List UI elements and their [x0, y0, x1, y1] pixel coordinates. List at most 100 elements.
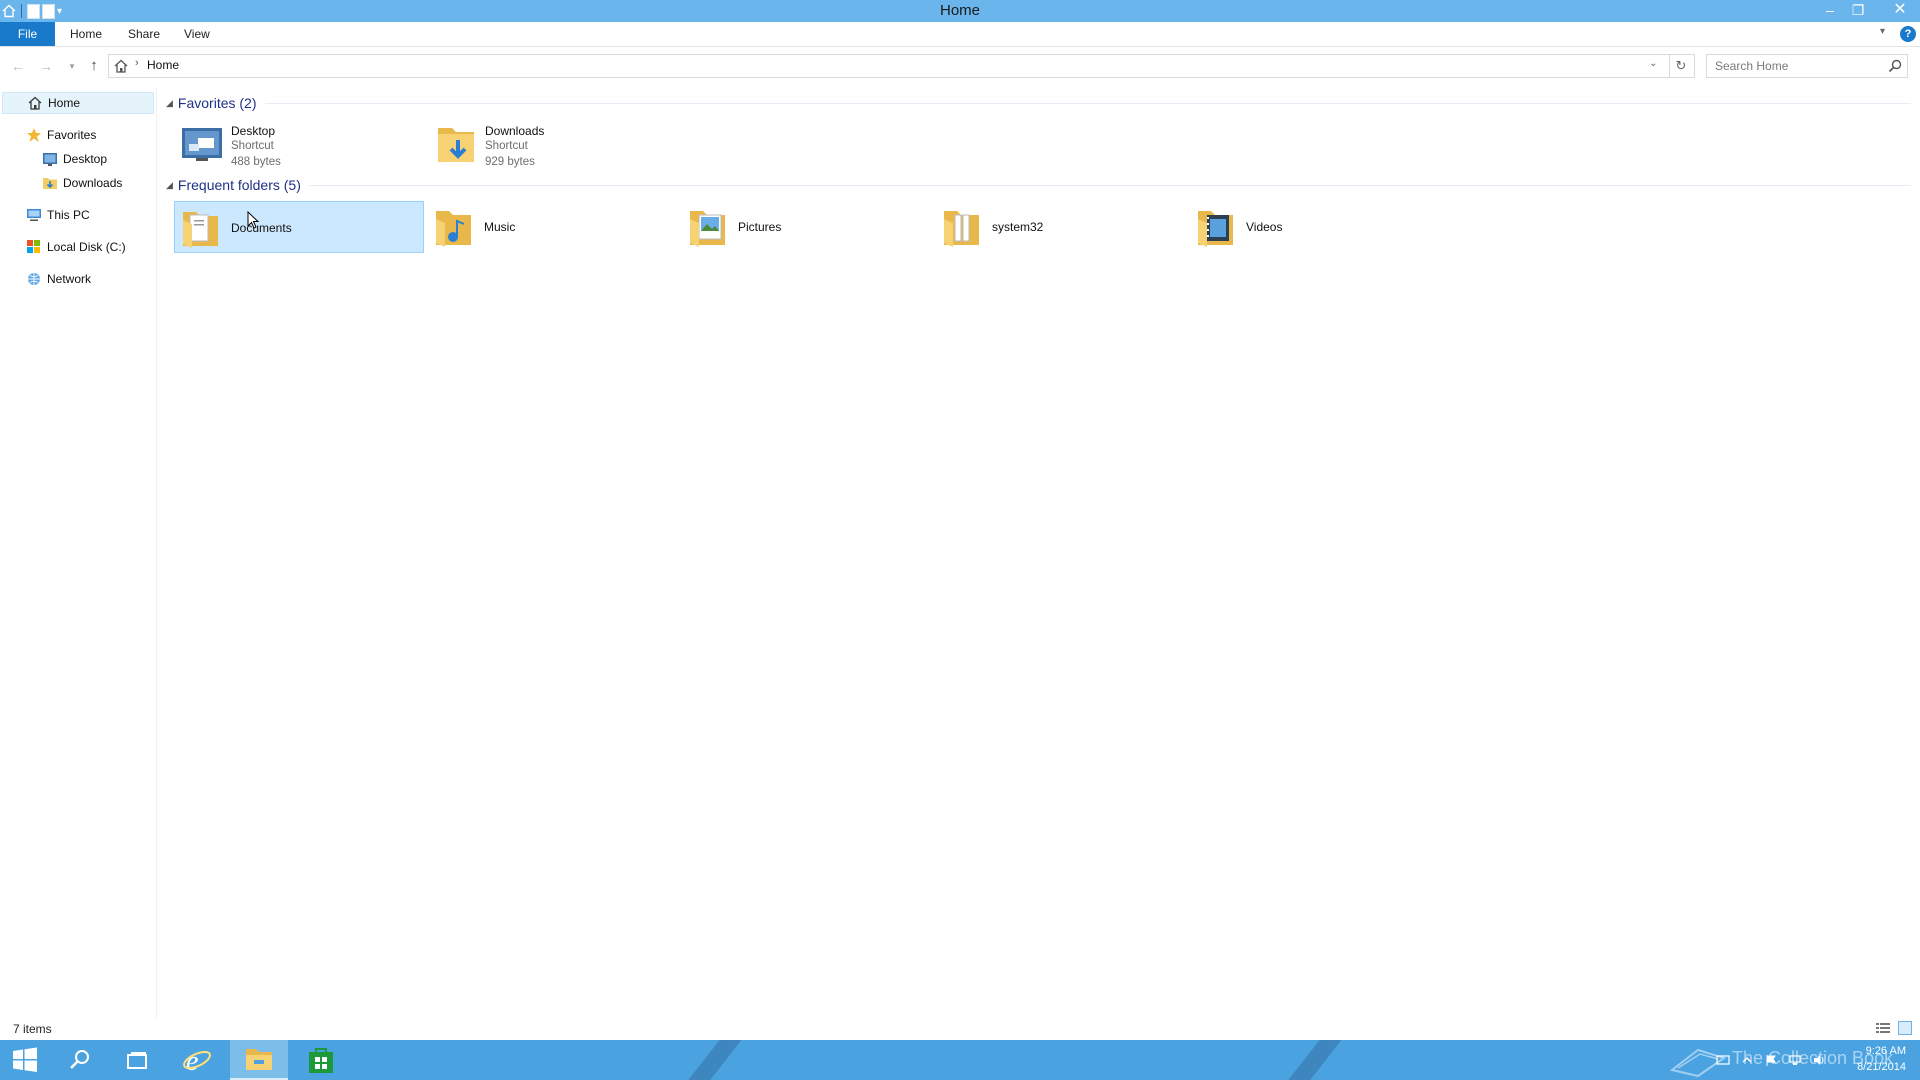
minimize-button[interactable]: – — [1817, 0, 1843, 20]
file-name: Downloads — [485, 124, 545, 138]
details-view-icon[interactable] — [1876, 1022, 1890, 1034]
search-input[interactable] — [1713, 58, 1877, 74]
favorites-group-header[interactable]: ◢ Favorites (2) — [166, 93, 1911, 113]
tab-view[interactable]: View — [172, 22, 222, 46]
folder-name: Music — [484, 220, 516, 234]
svg-text:e: e — [186, 1046, 198, 1075]
sidebar-item-label: Downloads — [63, 176, 123, 190]
desktop-icon — [42, 151, 58, 167]
sidebar-item-label: This PC — [47, 208, 90, 222]
desktop-shortcut-icon — [180, 122, 224, 166]
divider — [264, 102, 1911, 104]
folder-tile-music[interactable]: Music — [428, 201, 678, 253]
sidebar-item-label: Desktop — [63, 152, 108, 166]
tab-file[interactable]: File — [0, 22, 55, 46]
pictures-folder-icon — [687, 205, 729, 249]
file-explorer-button[interactable] — [230, 1040, 288, 1080]
sidebar-item-favorites[interactable]: Favorites — [26, 124, 96, 146]
clock-time: 9:26 AM — [1865, 1045, 1906, 1057]
tiles-view-icon[interactable] — [1898, 1021, 1912, 1035]
task-view-button[interactable] — [112, 1040, 162, 1080]
file-type: Shortcut — [231, 140, 274, 152]
close-button[interactable]: ✕ — [1879, 0, 1920, 20]
network-icon[interactable] — [1788, 1053, 1802, 1067]
keyboard-icon[interactable] — [1716, 1053, 1730, 1067]
file-size: 488 bytes — [231, 156, 281, 168]
file-tile-downloads[interactable]: Downloads Shortcut 929 bytes — [428, 118, 678, 170]
wallpaper-stripe — [1272, 1040, 1350, 1080]
folder-tile-system32[interactable]: system32 — [936, 201, 1186, 253]
store-button[interactable] — [296, 1040, 346, 1080]
collapse-triangle-icon[interactable]: ◢ — [166, 180, 173, 191]
taskbar-search-button[interactable] — [55, 1040, 105, 1080]
internet-explorer-button[interactable]: e — [172, 1040, 222, 1080]
expand-ribbon-icon[interactable]: ▾ — [1880, 26, 1885, 37]
collapse-triangle-icon[interactable]: ◢ — [166, 98, 173, 109]
drive-icon — [26, 239, 42, 255]
system-folder-icon — [941, 205, 983, 249]
back-button[interactable]: ← — [8, 56, 28, 76]
volume-icon[interactable] — [1812, 1053, 1826, 1067]
folder-name: Documents — [231, 221, 292, 235]
recent-locations-icon[interactable]: ▾ — [62, 56, 82, 76]
network-icon — [26, 271, 42, 287]
taskbar: e The Collection Book 9:26 AM 8/21/2014 — [0, 1040, 1920, 1080]
show-hidden-icons-icon[interactable] — [1740, 1053, 1754, 1067]
folder-name: Videos — [1246, 220, 1283, 234]
sidebar-item-home[interactable]: Home — [2, 92, 154, 114]
group-title: Favorites (2) — [177, 95, 257, 111]
search-icon[interactable] — [1887, 58, 1903, 74]
internet-explorer-icon: e — [183, 1046, 211, 1075]
clock[interactable]: 9:26 AM 8/21/2014 — [1826, 1043, 1906, 1075]
search-box[interactable] — [1706, 54, 1908, 78]
breadcrumb-chevron-icon[interactable]: › — [135, 57, 139, 69]
ribbon: File Home Share View ▾ ? — [0, 22, 1920, 47]
folder-tile-videos[interactable]: Videos — [1190, 201, 1440, 253]
sidebar-item-downloads[interactable]: Downloads — [42, 172, 122, 194]
downloads-folder-icon — [42, 175, 58, 191]
tab-home[interactable]: Home — [58, 22, 114, 46]
sidebar-item-network[interactable]: Network — [26, 268, 91, 290]
address-bar[interactable]: › Home ⌄ — [108, 54, 1670, 78]
navigation-pane: Home Favorites Desktop Downloads This PC… — [0, 88, 157, 1018]
folder-tile-pictures[interactable]: Pictures — [682, 201, 932, 253]
folder-name: Pictures — [738, 220, 782, 234]
file-explorer-icon — [246, 1049, 272, 1070]
divider — [308, 184, 1911, 186]
up-button[interactable]: ↑ — [84, 56, 104, 76]
sidebar-item-this-pc[interactable]: This PC — [26, 204, 90, 226]
documents-folder-icon — [180, 206, 222, 250]
windows-logo-icon — [13, 1047, 37, 1072]
clock-date: 8/21/2014 — [1857, 1061, 1906, 1073]
sidebar-item-desktop[interactable]: Desktop — [42, 148, 107, 170]
sidebar-item-label: Network — [47, 272, 92, 286]
star-icon — [26, 127, 42, 143]
wallpaper-stripe — [672, 1040, 750, 1080]
title-bar[interactable]: ▾ Home – ❐ ✕ — [0, 0, 1920, 22]
system-tray — [1716, 1040, 1826, 1080]
refresh-button[interactable]: ↻ — [1668, 54, 1695, 78]
window-title: Home — [939, 2, 980, 19]
folder-name: system32 — [992, 220, 1044, 234]
file-size: 929 bytes — [485, 156, 535, 168]
music-folder-icon — [433, 205, 475, 249]
action-center-flag-icon[interactable] — [1764, 1053, 1778, 1067]
address-dropdown-icon[interactable]: ⌄ — [1649, 58, 1657, 69]
maximize-button[interactable]: ❐ — [1845, 0, 1871, 20]
frequent-folders-group-header[interactable]: ◢ Frequent folders (5) — [166, 175, 1911, 195]
forward-button[interactable]: → — [36, 56, 56, 76]
start-button[interactable] — [0, 1040, 50, 1080]
home-icon — [113, 58, 129, 74]
sidebar-item-local-disk[interactable]: Local Disk (C:) — [26, 236, 126, 258]
computer-icon — [26, 207, 42, 223]
help-icon[interactable]: ? — [1900, 26, 1916, 42]
sidebar-item-label: Home — [48, 96, 81, 110]
file-name: Desktop — [231, 124, 276, 138]
file-tile-desktop[interactable]: Desktop Shortcut 488 bytes — [174, 118, 424, 170]
breadcrumb[interactable]: Home — [147, 58, 179, 72]
tab-share[interactable]: Share — [116, 22, 172, 46]
navigation-bar: ← → ▾ ↑ › Home ⌄ ↻ — [0, 48, 1920, 82]
folder-tile-documents[interactable]: Documents — [174, 201, 424, 253]
task-view-icon — [127, 1052, 147, 1069]
home-icon — [27, 95, 43, 111]
